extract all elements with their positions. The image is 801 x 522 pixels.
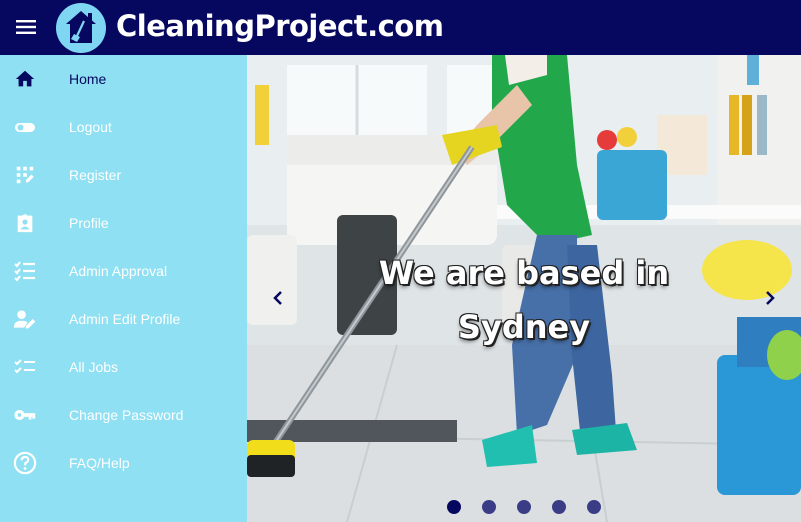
sidebar-item-home[interactable]: Home	[0, 55, 247, 103]
sidebar-item-logout[interactable]: Logout	[0, 103, 247, 151]
sidebar-item-register[interactable]: Register	[0, 151, 247, 199]
chevron-left-icon	[273, 291, 282, 305]
key-icon	[13, 403, 37, 427]
app-registration-icon	[13, 163, 37, 187]
site-logo[interactable]	[56, 3, 106, 53]
sidebar-item-profile[interactable]: Profile	[0, 199, 247, 247]
sidebar-item-label: Logout	[69, 119, 112, 135]
checklist-icon	[13, 259, 37, 283]
carousel-dot-3[interactable]	[517, 500, 531, 514]
sidebar-item-label: Admin Approval	[69, 263, 168, 279]
sidebar-item-admin-approval[interactable]: Admin Approval	[0, 247, 247, 295]
carousel-indicators	[447, 500, 607, 516]
brand-title[interactable]: CleaningProject.com	[116, 6, 444, 46]
hamburger-menu-button[interactable]	[10, 11, 42, 43]
assignment-ind-icon	[13, 211, 37, 235]
hamburger-menu-icon	[16, 20, 36, 34]
chevron-right-icon	[766, 291, 775, 305]
house-with-broom-icon	[66, 11, 96, 43]
sidebar-item-all-jobs[interactable]: All Jobs	[0, 343, 247, 391]
carousel-prev-button[interactable]	[267, 287, 289, 309]
task-list-icon	[13, 355, 37, 379]
hero-carousel: We are based in Sydney	[247, 55, 801, 522]
sidebar-nav: Home Logout Register Profile Admin Appro…	[0, 55, 247, 522]
carousel-dot-1[interactable]	[447, 500, 461, 514]
sidebar-item-label: Home	[69, 71, 107, 87]
carousel-dot-5[interactable]	[587, 500, 601, 514]
sidebar-item-faq-help[interactable]: FAQ/Help	[0, 439, 247, 487]
sidebar-item-label: Profile	[69, 215, 109, 231]
sidebar-item-label: Register	[69, 167, 122, 183]
carousel-dot-4[interactable]	[552, 500, 566, 514]
caption-line-1: We are based in	[378, 254, 670, 292]
help-circle-icon	[13, 451, 37, 475]
home-icon	[13, 67, 37, 91]
caption-line-2: Sydney	[457, 308, 591, 346]
carousel-dot-2[interactable]	[482, 500, 496, 514]
top-app-bar: CleaningProject.com	[0, 0, 801, 55]
sidebar-item-label: Change Password	[69, 407, 184, 423]
sidebar-item-label: All Jobs	[69, 359, 119, 375]
toggle-icon	[13, 115, 37, 139]
person-edit-icon	[13, 307, 37, 331]
sidebar-item-label: FAQ/Help	[69, 455, 130, 471]
carousel-caption: We are based in Sydney	[247, 246, 801, 354]
sidebar-item-label: Admin Edit Profile	[69, 311, 181, 327]
sidebar-item-admin-edit-profile[interactable]: Admin Edit Profile	[0, 295, 247, 343]
sidebar-item-change-password[interactable]: Change Password	[0, 391, 247, 439]
carousel-next-button[interactable]	[759, 287, 781, 309]
